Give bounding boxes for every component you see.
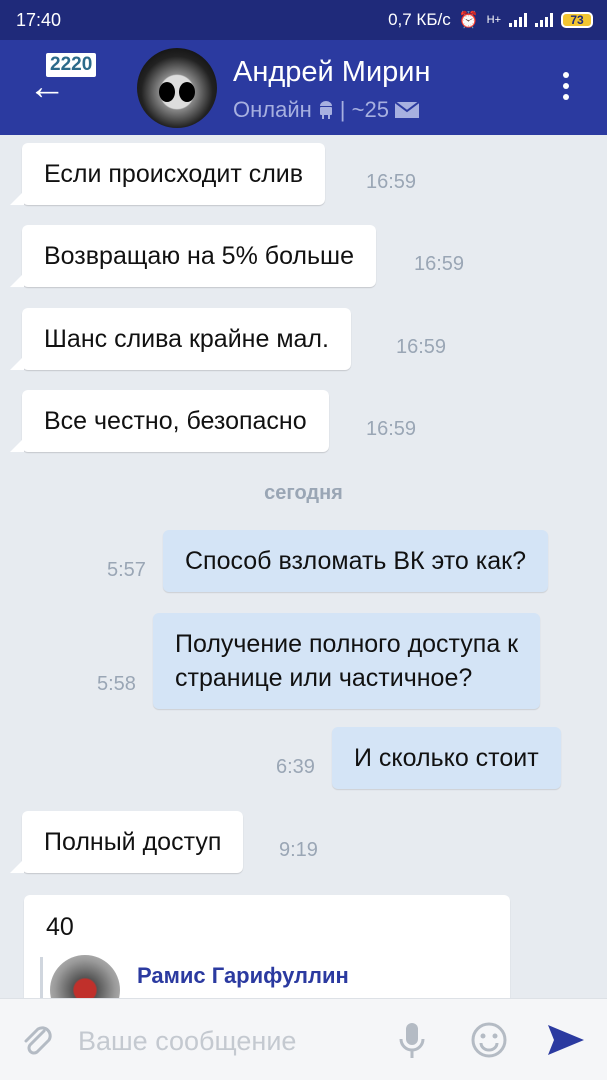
message-time: 16:59: [414, 253, 465, 275]
message-text: Полный доступ: [44, 828, 222, 856]
unread-badge: 2220: [46, 53, 97, 77]
battery-icon: 73: [561, 12, 593, 28]
message-time: 16:59: [366, 418, 417, 440]
message-text: Все честно, безопасно: [44, 407, 307, 435]
online-status: Онлайн: [233, 97, 312, 122]
forwarded-author-name[interactable]: Рамис Гарифуллин: [137, 963, 349, 989]
message-time: 5:58: [97, 673, 136, 695]
message-bubble[interactable]: Возвращаю на 5% больше: [10, 225, 376, 287]
alarm-icon: ⏰: [458, 12, 479, 29]
android-icon: [319, 101, 332, 119]
message-text: Шанс слива крайне мал.: [44, 325, 329, 353]
contact-name[interactable]: Андрей Мирин: [233, 56, 431, 89]
avatar-eye-right: [179, 82, 195, 102]
forwarded-message-card[interactable]: 40 Рамис Гарифуллин: [24, 895, 510, 1000]
more-menu-icon[interactable]: [563, 72, 569, 100]
status-bar: 17:40 0,7 КБ/с ⏰ H+ 73: [0, 0, 607, 40]
message-bubble[interactable]: Если происходит слив: [9, 143, 326, 205]
message-input[interactable]: [78, 1021, 378, 1061]
chat-header: ← 2220 Андрей Мирин Онлайн | ~25: [0, 40, 607, 135]
network-speed: 0,7 КБ/с: [388, 10, 451, 29]
message-bubble[interactable]: Полный доступ: [9, 811, 244, 873]
message-list[interactable]: Если происходит слив 16:59 Возвращаю на …: [0, 135, 607, 1000]
avatar-eye-left: [159, 82, 175, 102]
forward-quote-line: [40, 957, 43, 1000]
message-time: 9:19: [279, 839, 318, 861]
message-text: И сколько стоит: [354, 744, 539, 772]
signal-icon: [509, 13, 527, 27]
contact-status: Онлайн | ~25: [233, 97, 419, 123]
message-text: Если происходит слив: [44, 160, 304, 188]
network-type: H+: [486, 14, 501, 26]
status-time: 17:40: [16, 9, 62, 30]
message-time: 16:59: [366, 171, 417, 193]
message-time: 6:39: [276, 756, 315, 778]
message-bubble[interactable]: Шанс слива крайне мал.: [10, 308, 351, 370]
date-separator: сегодня: [264, 482, 343, 504]
paperclip-icon[interactable]: [18, 1021, 58, 1061]
message-bubble[interactable]: Способ взломать ВК это как?: [163, 530, 549, 592]
forwarded-author-avatar[interactable]: [50, 955, 120, 1000]
message-text: Способ взломать ВК это как?: [185, 547, 527, 575]
message-text: Получение полного доступа к странице или…: [175, 630, 519, 692]
message-input-bar: [0, 998, 607, 1080]
message-text: 40: [46, 913, 74, 941]
signal-icon-2: [535, 13, 553, 27]
message-bubble[interactable]: Все честно, безопасно: [10, 390, 329, 452]
message-bubble[interactable]: Получение полного доступа к странице или…: [153, 613, 541, 709]
message-text: Возвращаю на 5% больше: [44, 242, 354, 270]
message-time: 5:57: [107, 559, 146, 581]
status-extra: | ~25: [339, 97, 389, 122]
emoji-icon[interactable]: [470, 1021, 508, 1059]
message-time: 16:59: [396, 336, 447, 358]
send-icon[interactable]: [546, 1023, 586, 1057]
status-indicators: 0,7 КБ/с ⏰ H+ 73: [388, 10, 593, 30]
message-bubble[interactable]: И сколько стоит: [332, 727, 561, 789]
avatar[interactable]: [137, 48, 217, 128]
microphone-icon[interactable]: [398, 1021, 426, 1061]
mail-icon: [394, 102, 419, 118]
